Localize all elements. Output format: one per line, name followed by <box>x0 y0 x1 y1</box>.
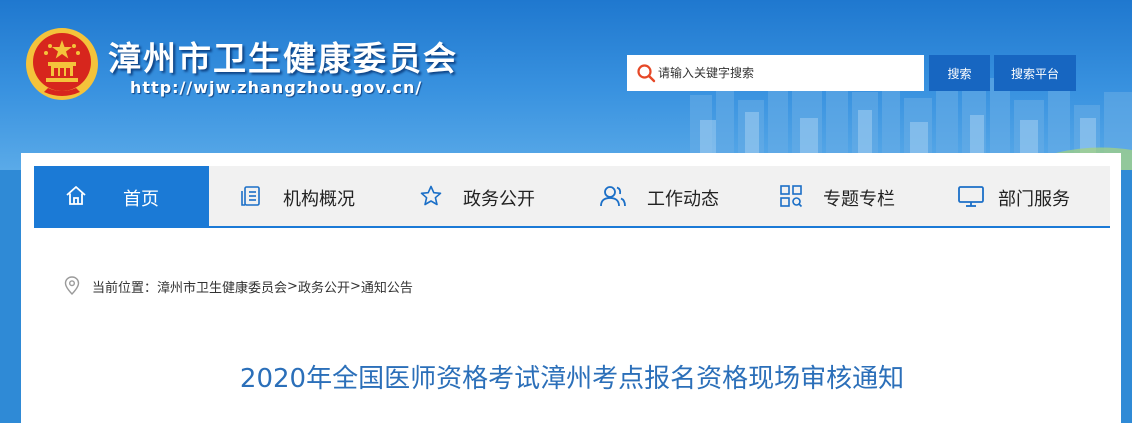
nav-item-department-services[interactable]: 部门服务 <box>929 166 1110 226</box>
nav-label-government-affairs: 政务公开 <box>463 189 535 210</box>
search-box <box>627 55 924 91</box>
search-input[interactable] <box>658 56 924 90</box>
breadcrumb-link-home[interactable]: 漳州市卫生健康委员会 <box>157 277 287 296</box>
site-url: http://wjw.zhangzhou.gov.cn/ <box>130 78 423 97</box>
national-emblem-icon <box>26 28 98 100</box>
nav-item-home[interactable]: 首页 <box>34 166 209 226</box>
search-button[interactable]: 搜索 <box>929 55 990 91</box>
star-icon <box>420 185 442 206</box>
site-title: 漳州市卫生健康委员会 <box>108 39 458 78</box>
nav-label-work-news: 工作动态 <box>647 189 719 210</box>
breadcrumb-prefix: 当前位置： <box>92 280 158 296</box>
nav-item-organization[interactable]: 机构概况 <box>209 166 389 226</box>
document-list-icon <box>241 186 260 206</box>
breadcrumb-separator: > <box>349 278 361 294</box>
article-title: 2020年全国医师资格考试漳州考点报名资格现场审核通知 <box>239 364 905 394</box>
nav-item-special-topics[interactable]: 专题专栏 <box>749 166 929 226</box>
grid-search-icon <box>780 185 803 208</box>
nav-label-department-services: 部门服务 <box>998 189 1070 210</box>
users-icon <box>600 186 626 207</box>
search-icon <box>637 64 656 83</box>
breadcrumb-separator: > <box>287 278 298 294</box>
breadcrumb: 当前位置： 漳州市卫生健康委员会 > 政务公开 > 通知公告 <box>64 276 413 296</box>
location-pin-icon <box>64 276 80 295</box>
nav-label-special-topics: 专题专栏 <box>823 189 895 210</box>
search-platform-button[interactable]: 搜索平台 <box>994 55 1076 91</box>
breadcrumb-link-notices[interactable]: 通知公告 <box>361 277 413 296</box>
nav-label-home: 首页 <box>123 189 159 210</box>
nav-label-organization: 机构概况 <box>283 189 355 210</box>
site-header: 漳州市卫生健康委员会 http://wjw.zhangzhou.gov.cn/ … <box>0 0 1132 170</box>
monitor-icon <box>958 186 984 207</box>
breadcrumb-link-government-affairs[interactable]: 政务公开 <box>298 277 350 296</box>
main-nav: 首页 机构概况 政务公开 工作动态 专题专栏 部门服务 <box>34 166 1110 228</box>
nav-item-government-affairs[interactable]: 政务公开 <box>389 166 569 226</box>
home-icon <box>66 186 86 205</box>
nav-item-work-news[interactable]: 工作动态 <box>569 166 749 226</box>
